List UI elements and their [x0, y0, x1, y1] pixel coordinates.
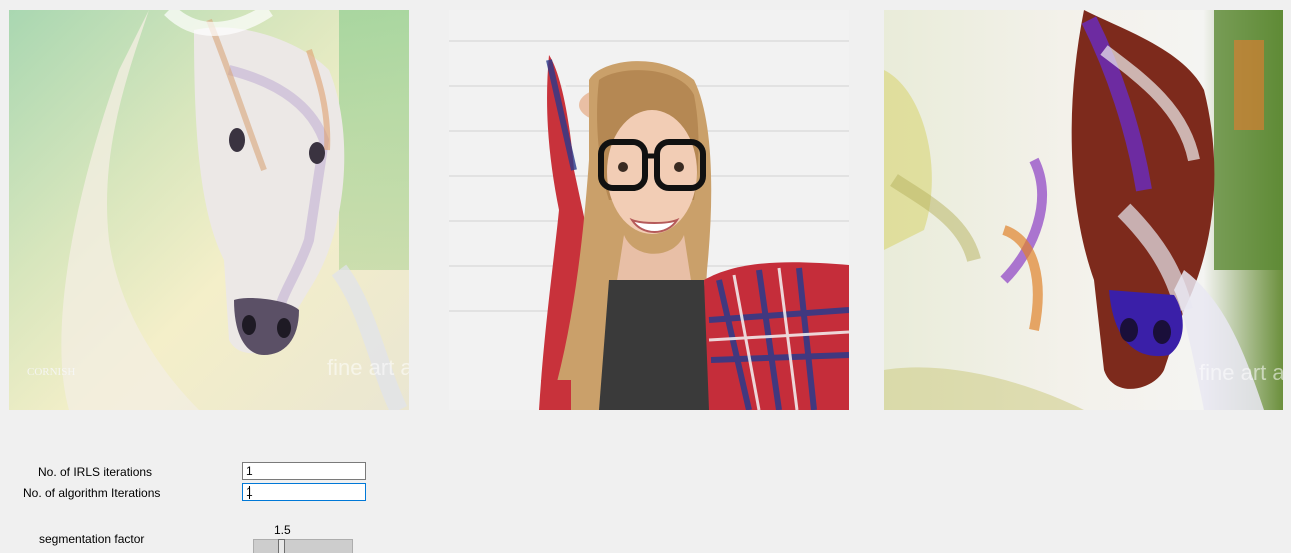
style-image-canvas: fine art america CORNISH	[9, 10, 409, 410]
content-image-canvas	[449, 10, 849, 410]
text-caret	[249, 486, 250, 499]
irls-iterations-input[interactable]	[242, 462, 366, 480]
result-image-canvas: fine art america	[884, 10, 1283, 410]
painting-signature: CORNISH	[27, 366, 75, 378]
result-watermark: fine art america	[1199, 360, 1283, 385]
algorithm-iterations-input[interactable]	[242, 483, 366, 501]
irls-iterations-label: No. of IRLS iterations	[38, 465, 153, 479]
style-image: fine art america CORNISH	[9, 10, 409, 410]
segmentation-value: 1.5	[274, 523, 291, 537]
segmentation-slider[interactable]	[253, 539, 353, 553]
algorithm-iterations-label: No. of algorithm Iterations	[23, 486, 161, 500]
app-window: fine art america CORNISH	[0, 0, 1291, 553]
content-image	[449, 10, 849, 410]
style-watermark: fine art america	[327, 355, 409, 380]
segmentation-slider-thumb[interactable]	[278, 539, 286, 553]
result-image: fine art america	[884, 10, 1283, 410]
segmentation-factor-label: segmentation factor	[39, 532, 145, 546]
